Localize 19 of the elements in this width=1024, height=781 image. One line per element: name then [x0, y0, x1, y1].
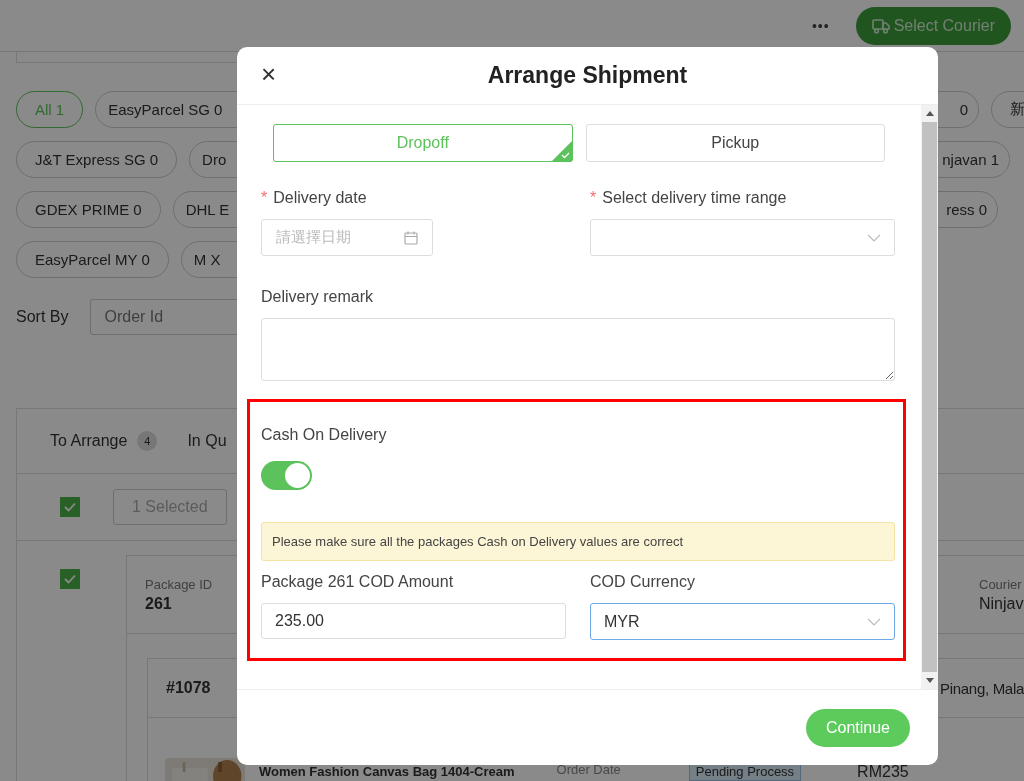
field-label: Delivery date: [273, 189, 367, 207]
order-number: #1078: [166, 679, 211, 697]
required-mark: *: [261, 189, 268, 207]
package-id-label: Package ID: [145, 576, 213, 592]
field-label: Select delivery time range: [602, 189, 787, 207]
field-label: Cash On Delivery: [261, 426, 388, 444]
courier-name: Ninjav: [979, 594, 1024, 613]
amount-text: RM235: [857, 763, 909, 781]
order-date-label: Order Date: [556, 762, 621, 777]
field-label: COD Currency: [590, 573, 696, 591]
product-name: Women Fashion Canvas Bag 1404-Cream: [259, 764, 515, 779]
warning-notice: Please make sure all the packages Cash on Delivery values are correct: [261, 522, 895, 561]
dialog-title: Arrange Shipment: [487, 62, 688, 89]
field-label: Package 261 COD Amount: [261, 573, 455, 591]
required-mark: *: [590, 189, 597, 207]
package-id: 261: [145, 594, 173, 613]
sort-label: Sort By: [16, 308, 69, 326]
courier-label: Courier: [979, 576, 1023, 592]
address-text: Pinang, Mala: [940, 679, 1024, 697]
